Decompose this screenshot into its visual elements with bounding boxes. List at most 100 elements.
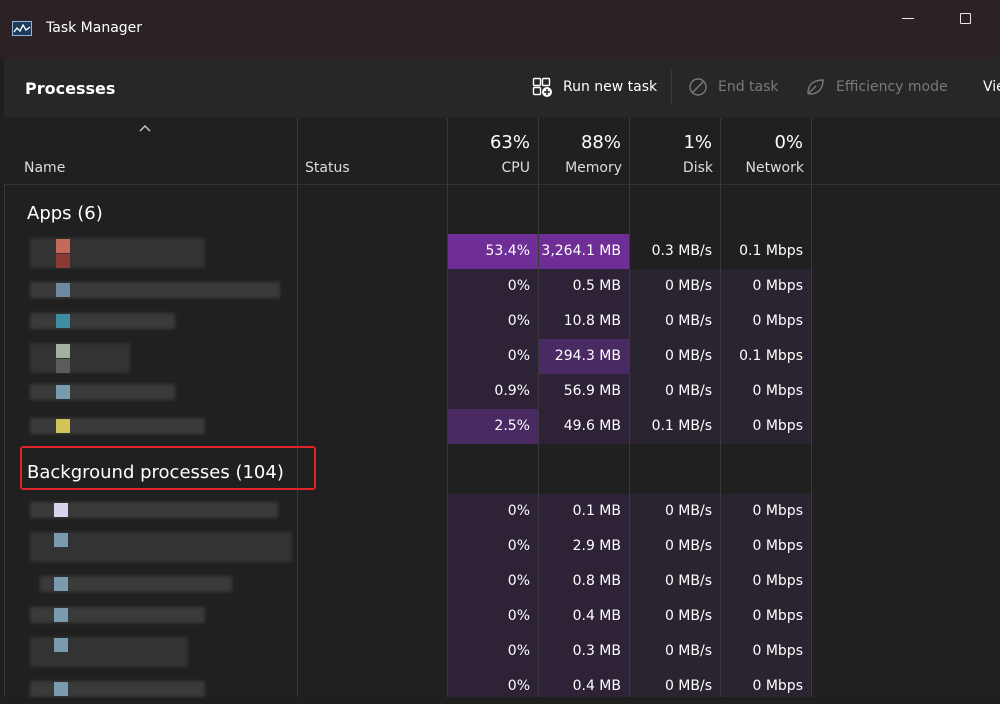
- disk-cell: 0 MB/s: [630, 374, 720, 409]
- process-icon: [54, 682, 68, 696]
- disk-cell: 0.3 MB/s: [651, 243, 712, 259]
- memory-cell: 294.3 MB: [539, 339, 629, 374]
- efficiency-mode-label: Efficiency mode: [836, 79, 948, 95]
- minimize-button[interactable]: [902, 18, 914, 19]
- task-manager-icon: [12, 21, 32, 36]
- end-task-button[interactable]: End task: [688, 76, 779, 98]
- network-cell: 0 Mbps: [721, 409, 811, 444]
- column-memory-percent[interactable]: 88%: [539, 132, 621, 153]
- memory-cell: 0.8 MB: [539, 564, 629, 599]
- disk-cell: 0 MB/s: [630, 564, 720, 599]
- disk-cell: 0 MB/s: [630, 494, 720, 529]
- column-disk-percent[interactable]: 1%: [630, 132, 712, 153]
- cpu-cell: 0%: [448, 339, 538, 374]
- column-divider: [297, 118, 298, 697]
- cpu-cell: 0%: [448, 494, 538, 529]
- disk-cell: 0 MB/s: [630, 339, 720, 374]
- toolbar-separator: [671, 70, 672, 104]
- app-icon: [56, 283, 70, 297]
- end-task-label: End task: [718, 79, 779, 95]
- cpu-cell: 0%: [448, 304, 538, 339]
- network-cell: 0.1 Mbps: [721, 339, 811, 374]
- network-cell: 0 Mbps: [721, 599, 811, 634]
- cpu-cell: 0.9%: [448, 374, 538, 409]
- memory-cell: 56.9 MB: [539, 374, 629, 409]
- cpu-cell: 0%: [448, 634, 538, 669]
- maximize-button[interactable]: [960, 13, 971, 24]
- redacted-name: [30, 343, 130, 373]
- network-cell: 0 Mbps: [721, 529, 811, 564]
- app-icon: [56, 239, 70, 253]
- disk-cell: 0 MB/s: [630, 599, 720, 634]
- network-cell: 0 Mbps: [721, 669, 811, 697]
- network-cell: 0 Mbps: [721, 374, 811, 409]
- process-icon: [54, 577, 68, 591]
- app-icon: [56, 419, 70, 433]
- disk-cell: 0 MB/s: [630, 669, 720, 697]
- redacted-name: [30, 384, 175, 400]
- memory-cell: 10.8 MB: [539, 304, 629, 339]
- view-label: Vie: [983, 79, 1000, 95]
- network-cell: 0 Mbps: [721, 564, 811, 599]
- column-network-percent[interactable]: 0%: [721, 132, 803, 153]
- app-icon: [56, 385, 70, 399]
- highlight-box: [20, 446, 316, 490]
- memory-cell: 0.4 MB: [539, 599, 629, 634]
- memory-cell: 0.1 MB: [539, 494, 629, 529]
- network-cell: 0 Mbps: [721, 494, 811, 529]
- process-icon: [54, 503, 68, 517]
- cpu-cell: 53.4%: [448, 234, 538, 269]
- cpu-cell: 0%: [448, 599, 538, 634]
- app-icon: [56, 359, 70, 373]
- end-task-icon: [689, 78, 707, 96]
- window-title: Task Manager: [46, 20, 143, 36]
- cpu-cell: 2.5%: [448, 409, 538, 444]
- column-memory[interactable]: Memory: [539, 160, 622, 176]
- memory-cell: 0.4 MB: [539, 669, 629, 697]
- app-icon: [56, 344, 70, 358]
- process-icon: [54, 608, 68, 622]
- process-icon: [54, 533, 68, 547]
- efficiency-mode-button[interactable]: Efficiency mode: [805, 76, 948, 98]
- sort-up-icon[interactable]: [138, 124, 152, 133]
- column-cpu-percent[interactable]: 63%: [448, 132, 530, 153]
- column-disk[interactable]: Disk: [630, 160, 713, 176]
- network-cell: 0 Mbps: [721, 304, 811, 339]
- disk-cell: 0.1 MB/s: [630, 409, 720, 444]
- redacted-name: [30, 532, 292, 562]
- app-icon: [56, 254, 70, 268]
- network-cell: 0.1 Mbps: [739, 243, 803, 259]
- memory-cell: 0.3 MB: [539, 634, 629, 669]
- disk-cell: 0 MB/s: [630, 634, 720, 669]
- run-new-task-icon: [532, 77, 552, 97]
- cpu-cell: 0%: [448, 564, 538, 599]
- page-title: Processes: [25, 79, 116, 98]
- memory-cell: 49.6 MB: [539, 409, 629, 444]
- cpu-cell: 0%: [448, 669, 538, 697]
- memory-cell: 3,264.1 MB: [539, 234, 629, 269]
- disk-cell: 0 MB/s: [630, 529, 720, 564]
- redacted-name: [30, 313, 175, 329]
- view-button[interactable]: Vie: [983, 76, 1000, 98]
- run-new-task-button[interactable]: Run new task: [532, 76, 657, 98]
- title-bar: [0, 0, 1000, 58]
- memory-cell: 2.9 MB: [539, 529, 629, 564]
- efficiency-mode-icon: [807, 79, 824, 95]
- column-cpu[interactable]: CPU: [448, 160, 530, 176]
- column-divider: [811, 118, 812, 697]
- app-icon: [56, 314, 70, 328]
- disk-cell: 0 MB/s: [630, 269, 720, 304]
- redacted-name: [40, 576, 232, 592]
- cpu-cell: 0%: [448, 529, 538, 564]
- process-icon: [54, 638, 68, 652]
- run-new-task-label: Run new task: [563, 79, 658, 95]
- network-cell: 0 Mbps: [721, 634, 811, 669]
- network-cell: 0 Mbps: [721, 269, 811, 304]
- cpu-cell: 0%: [448, 269, 538, 304]
- disk-cell: 0 MB/s: [630, 304, 720, 339]
- column-network[interactable]: Network: [721, 160, 804, 176]
- column-status[interactable]: Status: [305, 160, 350, 176]
- column-name[interactable]: Name: [24, 160, 65, 176]
- group-apps[interactable]: Apps (6): [27, 203, 103, 224]
- memory-cell: 0.5 MB: [539, 269, 629, 304]
